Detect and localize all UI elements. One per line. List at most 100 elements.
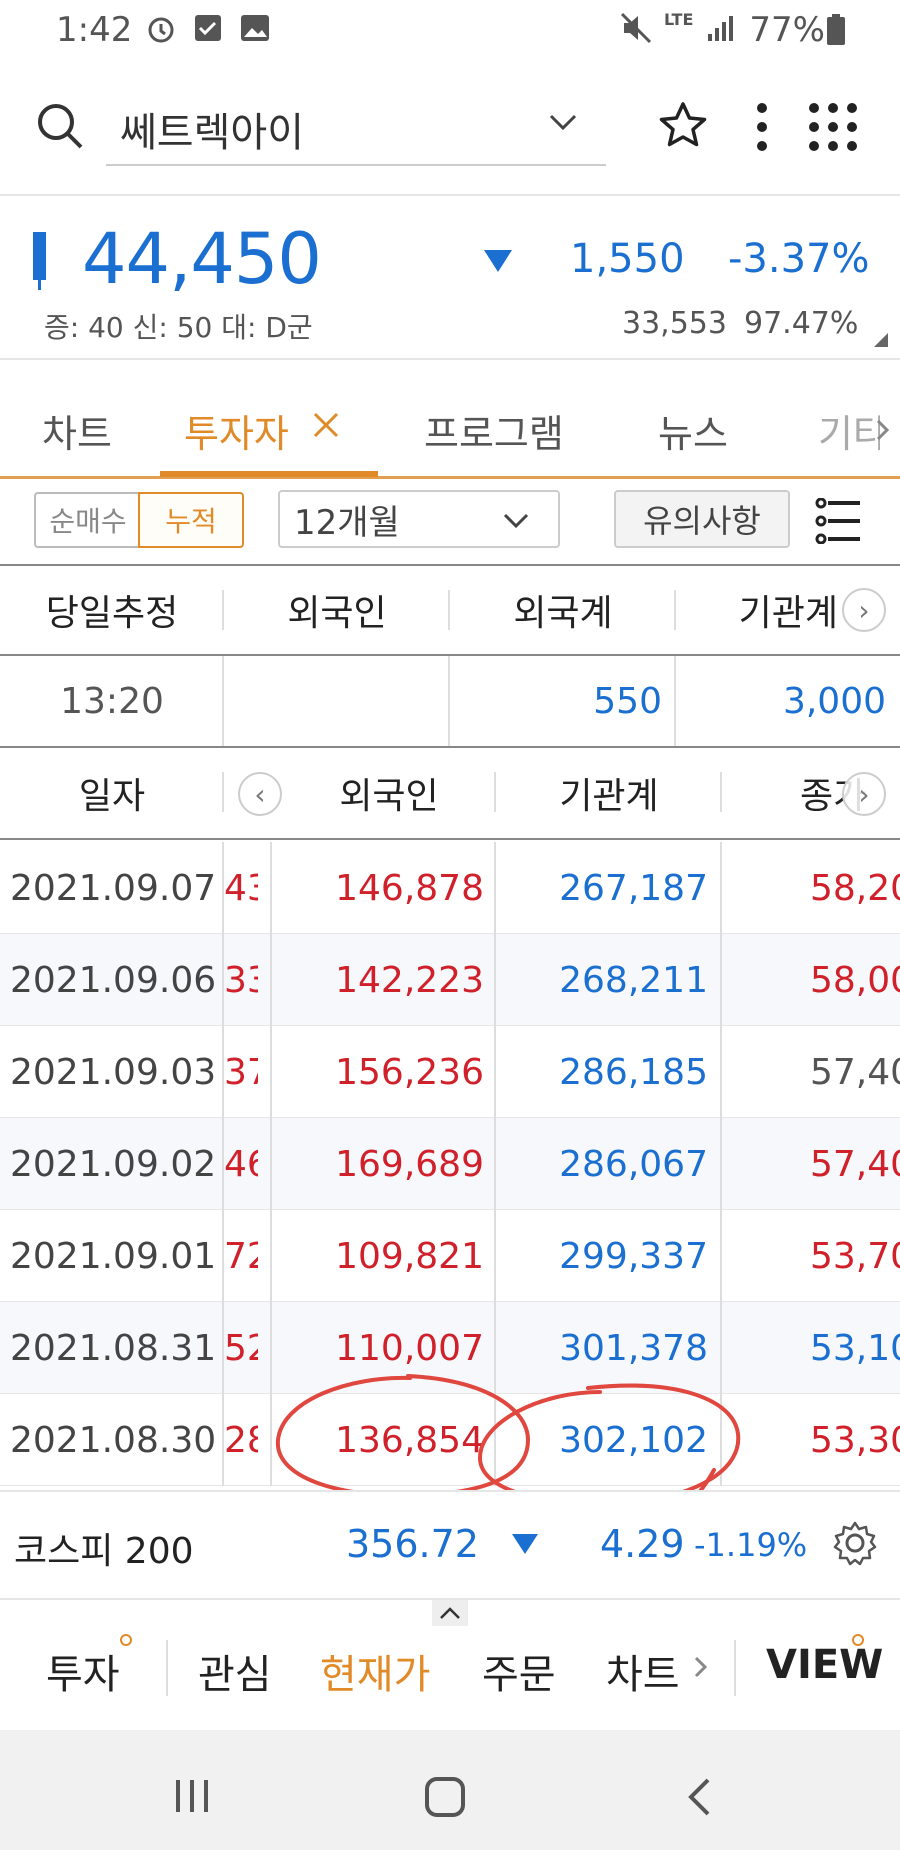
row-date: 2021.09.06 xyxy=(10,959,217,1001)
recent-apps-icon[interactable] xyxy=(172,1776,212,1820)
row-close: 53,10 xyxy=(810,1327,900,1369)
nav-invest[interactable]: 투자 xyxy=(46,1642,120,1700)
estimate-header: 당일추정 외국인 외국계 기관계 › xyxy=(0,564,900,656)
battery-icon xyxy=(826,14,846,50)
estimate-time: 13:20 xyxy=(60,680,164,722)
row-close: 53,30 xyxy=(810,1419,900,1461)
price-change-percent: -3.37% xyxy=(728,236,870,282)
volume-ratio: 97.47% xyxy=(744,306,859,341)
status-bar: 1:42 LTE 77% xyxy=(0,0,900,60)
close-tab-icon[interactable] xyxy=(312,411,340,443)
system-nav-bar xyxy=(0,1730,900,1850)
row-prev-value: 52 xyxy=(224,1327,258,1369)
index-name: 코스피 200 xyxy=(14,1531,194,1572)
row-foreign: 109,821 xyxy=(335,1235,484,1277)
index-change-percent: -1.19% xyxy=(694,1526,808,1564)
stock-name-input[interactable]: 쎄트렉아이 xyxy=(120,100,304,158)
header-foreign: 외국인 xyxy=(339,776,439,817)
row-institution: 299,337 xyxy=(559,1235,708,1277)
row-institution: 286,185 xyxy=(559,1051,708,1093)
gear-icon[interactable] xyxy=(832,1520,878,1570)
chevron-right-icon[interactable] xyxy=(694,1656,708,1682)
tab-chart[interactable]: 차트 xyxy=(42,403,112,458)
index-bar[interactable]: 코스피 200 356.72 4.29 -1.19% xyxy=(0,1490,900,1596)
current-price: 44,450 xyxy=(82,218,322,300)
notification-dot xyxy=(120,1634,132,1646)
network-type: LTE xyxy=(664,10,694,29)
nav-watchlist[interactable]: 관심 xyxy=(198,1642,272,1700)
notice-button[interactable]: 유의사항 xyxy=(614,490,790,548)
filter-row: 순매수 누적 12개월 유의사항 xyxy=(0,480,900,562)
more-vertical-icon[interactable] xyxy=(752,102,772,156)
search-underline xyxy=(106,164,606,166)
price-panel: 44,450 1,550 -3.37% 증: 40 신: 50 대: D군 33… xyxy=(0,194,900,360)
chevron-right-icon[interactable] xyxy=(876,419,890,445)
cumulative-toggle[interactable]: 누적 xyxy=(138,492,244,548)
row-prev-value: 33 xyxy=(224,959,258,1001)
trade-volume: 33,553 xyxy=(622,306,727,341)
chevron-down-icon[interactable] xyxy=(548,112,578,136)
table-row[interactable]: 2021.09.0743 146,878 267,187 58,20 xyxy=(0,842,900,934)
gallery-icon xyxy=(240,14,270,46)
row-date: 2021.09.02 xyxy=(10,1143,217,1185)
index-change: 4.29 xyxy=(600,1522,685,1566)
table-row[interactable]: 2021.09.0337 156,236 286,185 57,40 xyxy=(0,1026,900,1118)
signal-icon xyxy=(706,14,736,46)
row-prev-value: 37 xyxy=(224,1051,258,1093)
back-icon[interactable] xyxy=(686,1776,712,1822)
row-institution: 286,067 xyxy=(559,1143,708,1185)
nav-view[interactable]: VIEW xyxy=(766,1642,883,1688)
row-prev-value: 46 xyxy=(224,1143,258,1185)
row-date: 2021.09.03 xyxy=(10,1051,217,1093)
notification-dot xyxy=(852,1634,864,1646)
tab-news[interactable]: 뉴스 xyxy=(658,403,728,458)
chevron-down-icon[interactable] xyxy=(502,512,530,534)
checkbox-notification-icon xyxy=(194,14,222,46)
nav-current-price[interactable]: 현재가 xyxy=(320,1642,430,1700)
tab-program[interactable]: 프로그램 xyxy=(424,403,564,458)
scroll-right-icon[interactable]: › xyxy=(842,772,886,816)
estimate-foreign-firm: 550 xyxy=(593,680,662,722)
header-foreign: 외국인 xyxy=(287,593,387,634)
row-foreign: 169,689 xyxy=(335,1143,484,1185)
margin-info: 증: 40 신: 50 대: D군 xyxy=(44,311,313,344)
list-settings-icon[interactable] xyxy=(814,497,862,548)
history-header: 일자 ‹ 외국인 기관계 종가 › xyxy=(0,748,900,840)
price-change: 1,550 xyxy=(570,236,685,282)
row-prev-value: 43 xyxy=(224,867,258,909)
row-foreign: 142,223 xyxy=(335,959,484,1001)
nav-chart[interactable]: 차트 xyxy=(606,1642,680,1700)
estimate-institution: 3,000 xyxy=(782,680,886,722)
tab-investor[interactable]: 투자자 xyxy=(184,403,289,458)
row-foreign: 146,878 xyxy=(335,867,484,909)
bottom-nav: 투자 관심 현재가 주문 차트 VIEW xyxy=(0,1598,900,1730)
row-institution: 267,187 xyxy=(559,867,708,909)
table-row[interactable]: 2021.09.0172 109,821 299,337 53,70 xyxy=(0,1210,900,1302)
scroll-right-icon[interactable]: › xyxy=(842,588,886,632)
net-buy-toggle[interactable]: 순매수 xyxy=(34,492,140,548)
search-icon[interactable] xyxy=(36,102,84,154)
table-row[interactable]: 2021.09.0246 169,689 286,067 57,40 xyxy=(0,1118,900,1210)
row-date: 2021.09.01 xyxy=(10,1235,217,1277)
tab-bar: 차트 투자자 프로그램 뉴스 기타 xyxy=(0,375,900,479)
table-row[interactable]: 2021.09.0633 142,223 268,211 58,00 xyxy=(0,934,900,1026)
battery-percent: 77% xyxy=(749,10,825,50)
row-close: 58,20 xyxy=(810,867,900,909)
star-icon[interactable] xyxy=(658,100,708,154)
chevron-up-icon[interactable] xyxy=(432,1600,468,1626)
mute-icon xyxy=(620,12,654,48)
expand-corner-icon[interactable] xyxy=(874,332,888,351)
scroll-left-icon[interactable]: ‹ xyxy=(238,772,282,816)
row-close: 58,00 xyxy=(810,959,900,1001)
tab-etc[interactable]: 기타 xyxy=(818,403,880,458)
home-icon[interactable] xyxy=(424,1776,466,1822)
row-close: 57,40 xyxy=(810,1143,900,1185)
row-institution: 268,211 xyxy=(559,959,708,1001)
header-institution: 기관계 xyxy=(559,776,659,817)
row-prev-value: 28 xyxy=(224,1419,258,1461)
estimate-foreign xyxy=(224,656,450,746)
grid-menu-icon[interactable] xyxy=(808,102,858,156)
row-close: 53,70 xyxy=(810,1235,900,1277)
nav-order[interactable]: 주문 xyxy=(482,1642,556,1700)
index-value: 356.72 xyxy=(346,1522,479,1566)
